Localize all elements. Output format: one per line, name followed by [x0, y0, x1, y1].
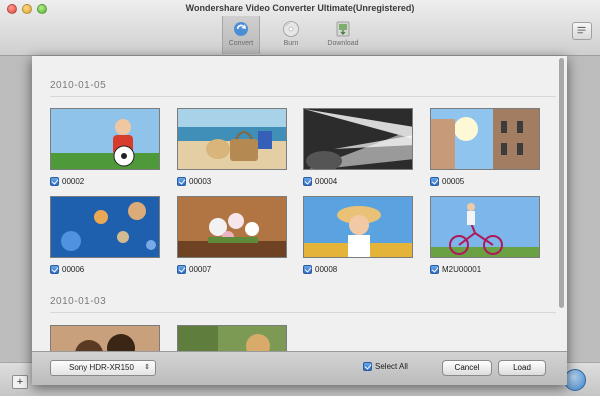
- clip-checkbox[interactable]: [177, 176, 186, 186]
- clip-name: 00002: [62, 176, 85, 186]
- clip-thumbnail[interactable]: [50, 108, 160, 170]
- convert-start-icon[interactable]: [564, 369, 586, 391]
- list-icon: [577, 26, 586, 34]
- clip-name: M2U00001: [442, 264, 482, 274]
- clip-name: 00004: [315, 176, 338, 186]
- clip-thumbnail[interactable]: [303, 196, 413, 258]
- clip-name: 00006: [62, 264, 85, 274]
- disc-icon: [283, 21, 299, 37]
- clip-checkbox[interactable]: [50, 176, 59, 186]
- clip-thumbnail[interactable]: [177, 196, 287, 258]
- thumbnail-image: [304, 197, 412, 257]
- clip-checkbox[interactable]: [430, 264, 439, 274]
- clip-checkbox[interactable]: [303, 176, 312, 186]
- clip-name: 00008: [315, 264, 338, 274]
- clip-thumbnail[interactable]: [50, 196, 160, 258]
- tab-download-label: Download: [327, 40, 359, 47]
- thumbnail-image: [431, 109, 539, 169]
- thumbnail-image: [431, 197, 539, 257]
- thumbnail-image: [178, 197, 286, 257]
- clip-item[interactable]: M2U00001: [430, 263, 481, 275]
- thumbnail-image: [51, 109, 159, 169]
- tab-download[interactable]: Download: [324, 16, 362, 54]
- clip-thumbnail[interactable]: [430, 108, 540, 170]
- sheet-footer: Sony HDR-XR150 ⇕ Select All Cancel Load: [32, 351, 567, 385]
- clip-item[interactable]: 00007: [177, 263, 211, 275]
- clip-browser[interactable]: 2010-01-05 00002 00003 00004 00005 00006…: [32, 56, 567, 351]
- thumbnail-image: [51, 197, 159, 257]
- clip-thumbnail[interactable]: [50, 325, 160, 351]
- device-select[interactable]: Sony HDR-XR150 ⇕: [50, 360, 156, 376]
- clip-checkbox[interactable]: [430, 176, 439, 186]
- tab-convert[interactable]: Convert: [222, 16, 260, 54]
- add-files-button[interactable]: +: [12, 375, 28, 389]
- clip-thumbnail[interactable]: [177, 325, 287, 351]
- clip-item[interactable]: 00005: [430, 175, 464, 187]
- clip-name: 00005: [442, 176, 465, 186]
- select-all-check-icon[interactable]: [363, 362, 372, 371]
- clip-item[interactable]: 00006: [50, 263, 84, 275]
- thumbnail-image: [304, 109, 412, 169]
- window-title: Wondershare Video Converter Ultimate(Unr…: [185, 3, 415, 13]
- thumbnail-image: [178, 109, 286, 169]
- thumbnail-image: [51, 326, 159, 351]
- date-group-header: 2010-01-03: [50, 296, 107, 307]
- clip-thumbnail[interactable]: [430, 196, 540, 258]
- select-all-checkbox[interactable]: Select All: [363, 362, 408, 371]
- clip-item[interactable]: 00002: [50, 175, 84, 187]
- tab-burn-label: Burn: [283, 40, 299, 47]
- clip-name: 00003: [189, 176, 212, 186]
- window-titlebar: Wondershare Video Converter Ultimate(Unr…: [0, 0, 600, 56]
- tab-burn[interactable]: Burn: [272, 16, 310, 54]
- tab-convert-label: Convert: [228, 40, 254, 47]
- device-select-value: Sony HDR-XR150: [69, 363, 134, 372]
- clip-item[interactable]: 00003: [177, 175, 211, 187]
- updown-arrow-icon: ⇕: [144, 364, 150, 371]
- select-all-label: Select All: [375, 362, 408, 371]
- clip-item[interactable]: 00004: [303, 175, 337, 187]
- task-list-button[interactable]: [572, 22, 592, 40]
- import-from-camcorder-sheet: 2010-01-05 00002 00003 00004 00005 00006…: [32, 56, 567, 385]
- convert-tab-icon: [234, 22, 248, 36]
- date-group-header: 2010-01-05: [50, 80, 107, 91]
- scrollbar-thumb[interactable]: [559, 58, 564, 308]
- load-button[interactable]: Load: [498, 360, 546, 376]
- thumbnail-image: [178, 326, 286, 351]
- date-group-divider: [50, 312, 556, 313]
- clip-item[interactable]: 00008: [303, 263, 337, 275]
- clip-name: 00007: [189, 264, 212, 274]
- clip-checkbox[interactable]: [303, 264, 312, 274]
- clip-thumbnail[interactable]: [303, 108, 413, 170]
- date-group-divider: [50, 96, 556, 97]
- cancel-button[interactable]: Cancel: [442, 360, 492, 376]
- clip-checkbox[interactable]: [50, 264, 59, 274]
- clip-thumbnail[interactable]: [177, 108, 287, 170]
- download-icon: [336, 21, 350, 37]
- clip-checkbox[interactable]: [177, 264, 186, 274]
- clip-browser-scrollbar[interactable]: [559, 58, 564, 348]
